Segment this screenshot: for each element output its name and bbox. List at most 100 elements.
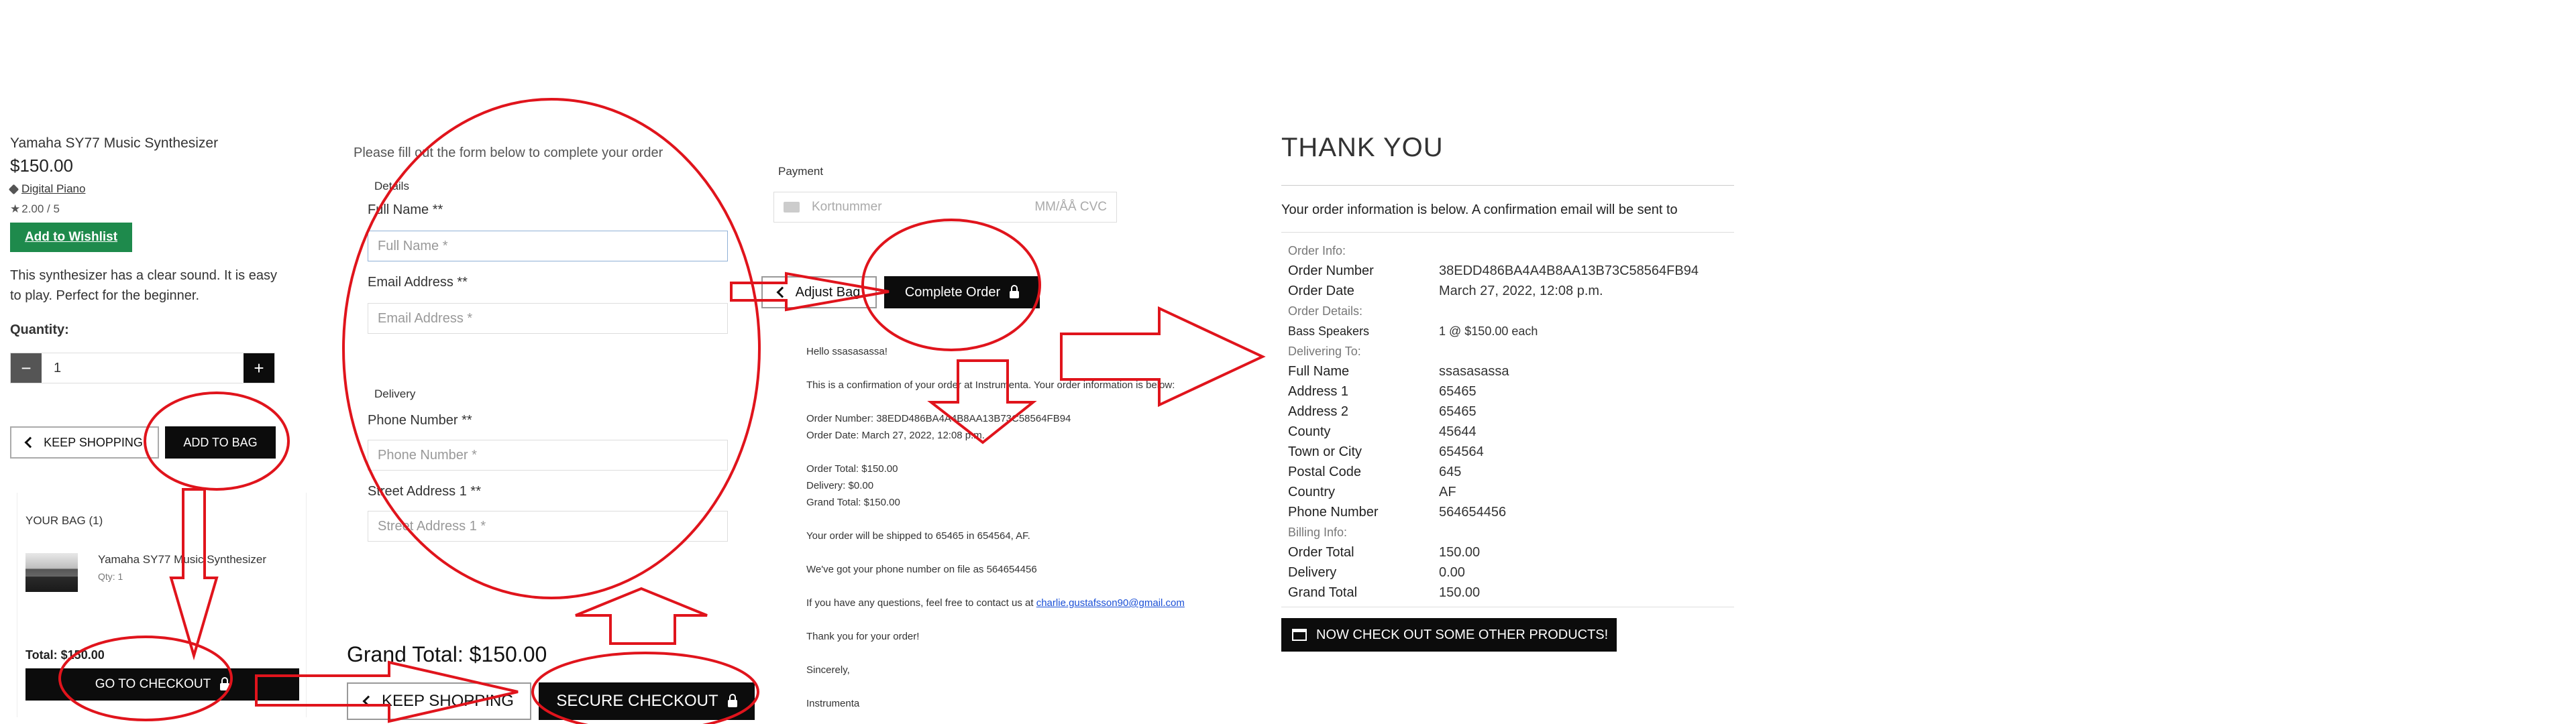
checkout-intro: Please fill out the form below to comple… — [354, 145, 663, 160]
delivery-row: Phone Number 564654456 — [1288, 505, 1507, 520]
order-date-value: March 27, 2022, 12:08 p.m. — [1439, 284, 1603, 298]
email-shipping: Your order will be shipped to 65465 in 6… — [806, 530, 1030, 542]
adjust-bag-label: Adjust Bag — [795, 284, 861, 300]
adjust-bag-button[interactable]: Adjust Bag — [761, 276, 877, 308]
add-to-wishlist-button[interactable]: Add to Wishlist — [10, 223, 132, 252]
bag-item-name: Yamaha SY77 Music Synthesizer — [98, 553, 267, 566]
delivering-heading: Delivering To: — [1288, 345, 1361, 358]
delivery-row: Address 1 65465 — [1288, 384, 1477, 399]
delivery-row: Full Name ssasasassa — [1288, 364, 1509, 379]
product-rating: ★ 2.00 / 5 — [10, 202, 60, 216]
complete-order-button[interactable]: Complete Order — [884, 276, 1040, 308]
phone-field[interactable]: Phone Number * — [368, 440, 728, 471]
delivery-row: County 45644 — [1288, 424, 1477, 439]
tag-icon — [8, 184, 19, 194]
check-out-other-products-button[interactable]: NOW CHECK OUT SOME OTHER PRODUCTS! — [1281, 618, 1617, 652]
quantity-decrease-button[interactable]: − — [11, 353, 42, 383]
credit-card-icon — [784, 202, 800, 213]
expiry-cvc-placeholder: MM/ÅÅ CVC — [1034, 200, 1107, 214]
email-grand-total: Grand Total: $150.00 — [806, 497, 900, 508]
order-date-label: Order Date — [1288, 284, 1354, 298]
order-number-label: Order Number — [1288, 263, 1374, 278]
thank-you-divider — [1281, 185, 1734, 186]
delivery-rows: Full Name ssasasassa Address 1 65465 Addre… — [1288, 361, 1727, 522]
rating-value: 2.00 / 5 — [21, 202, 60, 215]
add-to-bag-button[interactable]: ADD TO BAG — [165, 426, 276, 459]
email-signature: Instrumenta — [806, 698, 860, 709]
category-link[interactable]: Digital Piano — [21, 182, 85, 196]
product-description: This synthesizer has a clear sound. It i… — [10, 268, 277, 303]
complete-order-label: Complete Order — [904, 284, 1001, 300]
checkout-keep-shopping-label: KEEP SHOPPING — [382, 692, 514, 710]
secure-checkout-label: SECURE CHECKOUT — [556, 692, 718, 710]
checkout-grand-total: Grand Total: $150.00 — [347, 642, 547, 666]
bag-item-thumbnail — [25, 553, 78, 592]
email-questions-text: If you have any questions, feel free to … — [806, 597, 1034, 609]
billing-row: Grand Total 150.00 — [1288, 585, 1481, 600]
delivery-row: Address 2 65465 — [1288, 404, 1477, 419]
keep-shopping-button[interactable]: KEEP SHOPPING — [10, 426, 159, 459]
delivery-row: Country AF — [1288, 485, 1456, 499]
product-name: Yamaha SY77 Music Synthesizer — [10, 135, 219, 151]
quantity-label: Quantity: — [10, 322, 69, 337]
quantity-stepper[interactable]: − 1 + — [10, 353, 275, 383]
card-number-placeholder: Kortnummer — [812, 200, 882, 214]
secure-checkout-button[interactable]: SECURE CHECKOUT — [539, 682, 755, 720]
order-number-row: Order Number 38EDD486BA4A4B8AA13B73C58564… — [1288, 261, 1727, 281]
full-name-field[interactable]: Full Name * — [368, 231, 728, 261]
email-questions: If you have any questions, feel free to … — [806, 595, 1242, 611]
email-order-number: Order Number: 38EDD486BA4A4B8AA13B73C585… — [806, 413, 1071, 424]
annotation-arrow-up-checkout — [575, 587, 708, 645]
billing-rows: Order Total 150.00 Delivery 0.00 Grand Tot… — [1288, 542, 1727, 603]
email-sign-off: Sincerely, — [806, 664, 850, 676]
shop-icon — [1292, 629, 1307, 641]
email-intro: This is a confirmation of your order at … — [806, 379, 1175, 391]
quantity-input[interactable]: 1 — [42, 353, 244, 383]
email-phone: We've got your phone number on file as 5… — [806, 564, 1037, 575]
check-out-other-products-label: NOW CHECK OUT SOME OTHER PRODUCTS! — [1316, 627, 1609, 642]
details-legend: Details — [374, 180, 409, 192]
payment-legend: Payment — [778, 165, 824, 178]
go-to-checkout-button[interactable]: GO TO CHECKOUT — [25, 668, 299, 701]
chevron-left-icon — [24, 436, 36, 448]
star-icon: ★ — [10, 202, 21, 215]
email-thanks: Thank you for your order! — [806, 631, 920, 642]
chevron-left-icon — [776, 286, 788, 298]
email-label: Email Address ** — [368, 275, 468, 290]
order-item-row: Bass Speakers 1 @ $150.00 each — [1288, 321, 1727, 341]
bag-preview: YOUR BAG (1) Yamaha SY77 Music Synthesiz… — [17, 493, 307, 717]
product-price: $150.00 — [10, 156, 73, 176]
lock-icon — [220, 676, 230, 690]
card-input[interactable]: Kortnummer MM/ÅÅ CVC — [773, 192, 1117, 223]
bag-preview-title: YOUR BAG (1) — [25, 514, 103, 527]
phone-label: Phone Number ** — [368, 413, 472, 428]
billing-row: Delivery 0.00 — [1288, 565, 1465, 580]
keep-shopping-label: KEEP SHOPPING — [44, 435, 143, 449]
receipt-box: Order Info: Order Number 38EDD486BA4A4B8A… — [1281, 232, 1734, 607]
contact-email-link[interactable]: charlie.gustafsson90@gmail.com — [1036, 597, 1185, 609]
billing-heading: Billing Info: — [1288, 526, 1348, 539]
order-item-name: Bass Speakers — [1288, 324, 1370, 338]
street-field[interactable]: Street Address 1 * — [368, 511, 728, 542]
order-info-heading: Order Info: — [1288, 244, 1346, 257]
go-to-checkout-label: GO TO CHECKOUT — [95, 677, 211, 691]
delivery-legend: Delivery — [374, 387, 416, 400]
street-label: Street Address 1 ** — [368, 484, 481, 499]
email-field[interactable]: Email Address * — [368, 303, 728, 334]
full-name-label: Full Name ** — [368, 202, 443, 217]
order-number-value: 38EDD486BA4A4B8AA13B73C58564FB94 — [1439, 263, 1699, 278]
thank-you-title: THANK YOU — [1281, 133, 1444, 162]
confirmation-email: Hello ssasasassa! This is a confirmation… — [806, 343, 1242, 712]
lock-icon — [1010, 284, 1020, 298]
billing-row: Order Total 150.00 — [1288, 545, 1481, 560]
quantity-increase-button[interactable]: + — [244, 353, 274, 383]
chevron-left-icon — [362, 695, 374, 707]
email-order-total: Order Total: $150.00 — [806, 463, 898, 475]
order-details-heading: Order Details: — [1288, 304, 1363, 318]
email-greeting: Hello ssasasassa! — [806, 346, 888, 357]
checkout-keep-shopping-button[interactable]: KEEP SHOPPING — [347, 682, 531, 720]
bag-total: Total: $150.00 — [25, 648, 105, 662]
product-category[interactable]: Digital Piano — [8, 182, 85, 196]
receipt-intro: Your order information is below. A confi… — [1281, 202, 1678, 217]
order-item-detail: 1 @ $150.00 each — [1439, 324, 1538, 338]
